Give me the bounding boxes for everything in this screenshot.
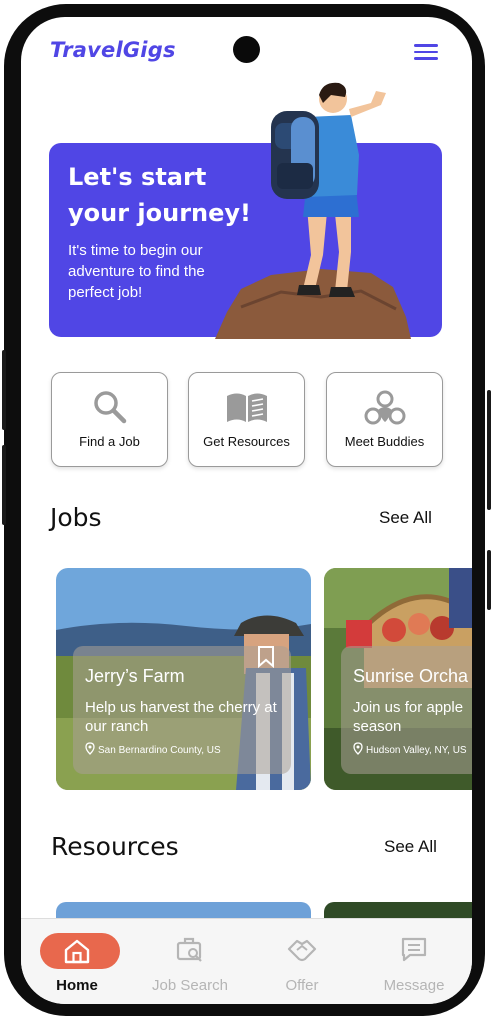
job-title: Jerry’s Farm xyxy=(85,666,185,686)
bookmark-icon[interactable] xyxy=(257,646,275,668)
job-location-text: Hudson Valley, NY, US xyxy=(366,745,467,756)
job-location-text: San Bernardino County, US xyxy=(98,745,221,756)
resources-see-all-link[interactable]: See All xyxy=(384,837,437,857)
search-icon xyxy=(93,391,126,424)
hiker-illustration xyxy=(215,82,411,339)
category-get-resources[interactable]: Get Resources xyxy=(188,372,305,467)
tab-home[interactable]: Home xyxy=(21,919,133,1004)
job-info-panel: Jerry’s Farm Help us harvest the cherry … xyxy=(73,646,291,774)
jobs-section-title: Jobs xyxy=(50,503,102,532)
tab-job-search[interactable]: Job Search xyxy=(134,919,246,1004)
power-button xyxy=(487,390,491,510)
power-button xyxy=(487,550,491,610)
app-screen: TravelGigs Let's start your journey! It'… xyxy=(21,17,472,1004)
job-search-icon xyxy=(176,937,202,962)
job-card[interactable]: Sunrise Orcha Join us for apple season H… xyxy=(324,568,472,790)
jobs-see-all-link[interactable]: See All xyxy=(379,508,432,528)
bottom-tab-bar: Home Job Search Offer Message xyxy=(21,918,472,1004)
category-label: Find a Job xyxy=(79,434,140,449)
job-info-panel: Sunrise Orcha Join us for apple season H… xyxy=(341,646,472,774)
book-icon xyxy=(226,393,267,422)
menu-icon[interactable] xyxy=(414,44,438,60)
job-location: San Bernardino County, US xyxy=(85,742,221,756)
job-description: Help us harvest the cherry at our ranch xyxy=(85,699,277,735)
handshake-icon xyxy=(287,939,317,962)
location-pin-icon xyxy=(85,742,95,755)
job-location: Hudson Valley, NY, US xyxy=(353,742,467,756)
category-meet-buddies[interactable]: Meet Buddies xyxy=(326,372,443,467)
side-button xyxy=(2,350,6,430)
tab-message[interactable]: Message xyxy=(358,919,470,1004)
job-description: Join us for apple season xyxy=(353,699,464,735)
category-label: Get Resources xyxy=(203,434,290,449)
category-label: Meet Buddies xyxy=(344,434,425,449)
tab-label: Job Search xyxy=(152,977,228,994)
location-pin-icon xyxy=(353,742,363,755)
home-icon xyxy=(64,939,90,964)
tab-label: Message xyxy=(383,977,445,994)
tab-offer[interactable]: Offer xyxy=(246,919,358,1004)
side-button xyxy=(2,445,6,525)
tab-label: Offer xyxy=(285,977,319,994)
front-camera xyxy=(233,36,260,63)
buddies-icon xyxy=(364,390,405,425)
category-find-a-job[interactable]: Find a Job xyxy=(51,372,168,467)
tab-label: Home xyxy=(56,977,98,994)
app-logo: TravelGigs xyxy=(50,38,176,62)
resources-section-title: Resources xyxy=(51,832,179,861)
message-icon xyxy=(401,937,427,962)
job-title: Sunrise Orcha xyxy=(353,666,469,686)
job-card[interactable]: Jerry’s Farm Help us harvest the cherry … xyxy=(56,568,311,790)
